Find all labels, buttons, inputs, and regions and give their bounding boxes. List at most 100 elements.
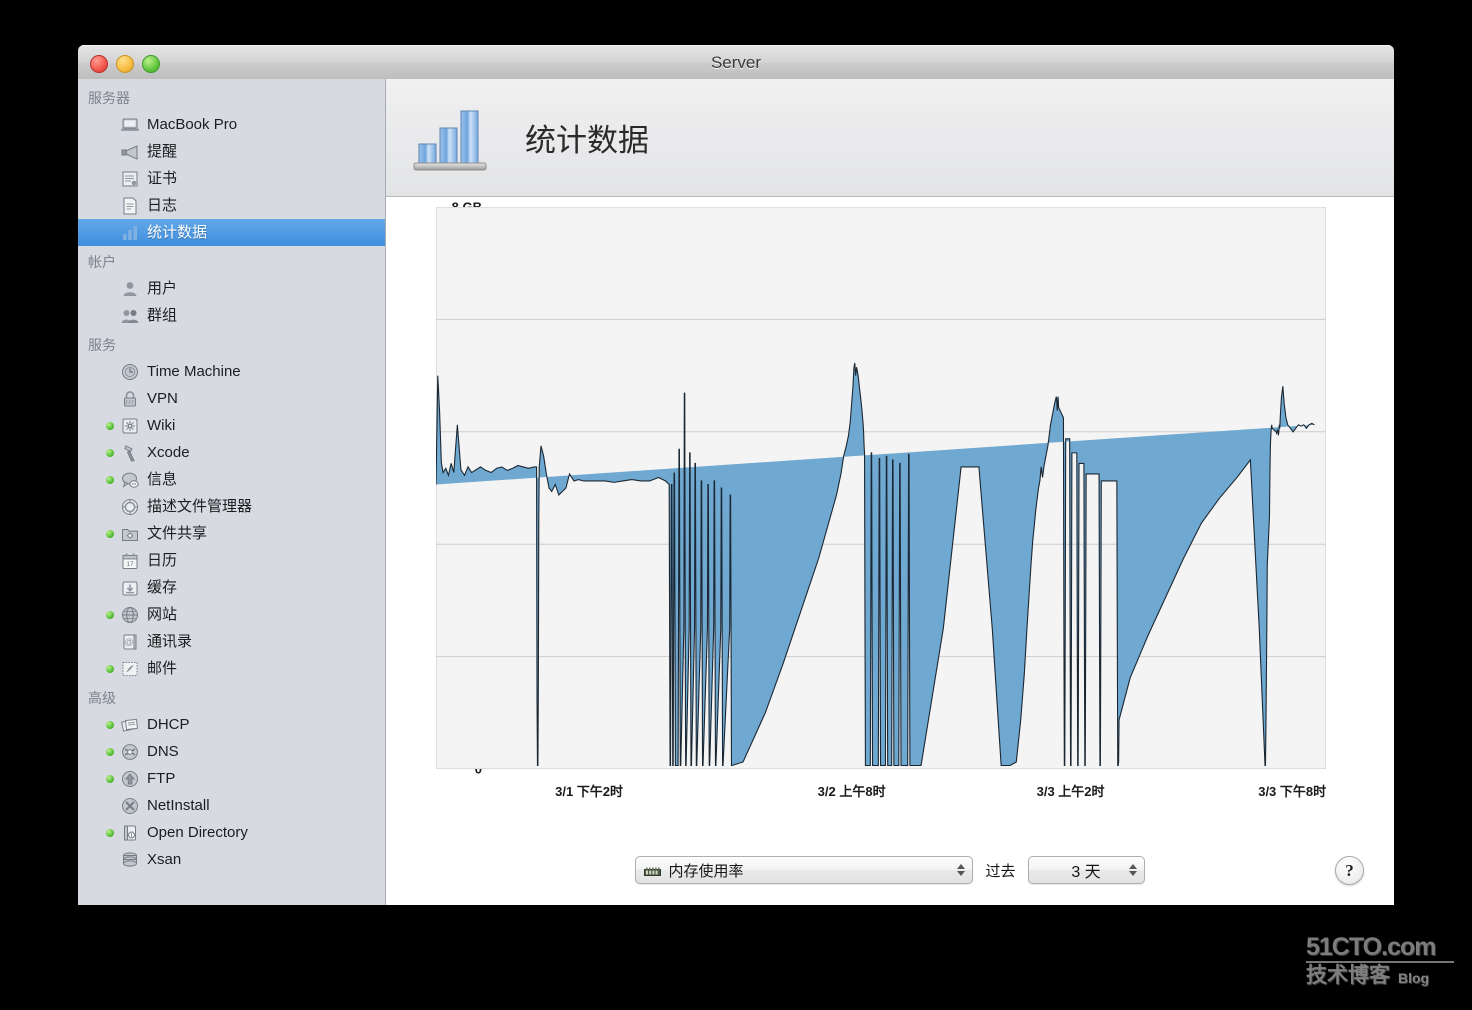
calendar-icon: 17 <box>120 551 140 571</box>
sidebar-item-item-8[interactable]: 缓存 <box>78 574 385 601</box>
past-label: 过去 <box>985 862 1016 880</box>
status-indicator-dot <box>106 449 114 457</box>
desktop-background: Server 服务器 MacBook Pro 提醒 证书 日志 统计数据 帐户 … <box>0 0 1472 1010</box>
sidebar-item-item-4[interactable]: 统计数据 <box>78 219 385 246</box>
x-axis-tick-label: 3/1 下午2时 <box>555 784 624 799</box>
sidebar-item-dns[interactable]: DNS <box>78 738 385 765</box>
sidebar-item-label: DHCP <box>147 715 190 733</box>
sidebar-item-label: FTP <box>147 769 176 787</box>
sidebar-item-item-7[interactable]: 17 日历 <box>78 547 385 574</box>
sidebar-item-label: 通讯录 <box>147 632 193 650</box>
sidebar-item-label: Xcode <box>147 443 190 461</box>
groups-icon <box>120 306 140 326</box>
file-sharing-folder-icon <box>120 524 140 544</box>
sidebar-item-netinstall[interactable]: NetInstall <box>78 792 385 819</box>
help-button[interactable]: ? <box>1335 856 1364 885</box>
x-axis-tick-label: 3/3 下午8时 <box>1258 784 1327 799</box>
server-app-window: Server 服务器 MacBook Pro 提醒 证书 日志 统计数据 帐户 … <box>78 45 1394 905</box>
sidebar-item-item-2[interactable]: 证书 <box>78 165 385 192</box>
status-indicator-dot <box>106 611 114 619</box>
sidebar-item-time-machine[interactable]: Time Machine <box>78 358 385 385</box>
wiki-icon <box>120 416 140 436</box>
lock-icon <box>120 389 140 409</box>
certificate-icon <box>120 169 140 189</box>
sidebar-item-item-1[interactable]: 提醒 <box>78 138 385 165</box>
time-range-select[interactable]: 3 天 <box>1027 856 1145 884</box>
sidebar-item-item-11[interactable]: 邮件 <box>78 655 385 682</box>
sidebar-item-label: Xsan <box>147 850 182 868</box>
sidebar[interactable]: 服务器 MacBook Pro 提醒 证书 日志 统计数据 帐户 用户 群组 服… <box>78 79 386 905</box>
status-indicator-dot <box>106 748 114 756</box>
netinstall-icon <box>120 796 140 816</box>
sidebar-item-label: Wiki <box>147 416 176 434</box>
svg-text:17: 17 <box>126 561 134 568</box>
metric-select[interactable]: 内存使用率 <box>635 856 974 884</box>
sidebar-item-item-10[interactable]: @ 通讯录 <box>78 628 385 655</box>
svg-text:@: @ <box>124 637 133 647</box>
sidebar-item-item-0[interactable]: 用户 <box>78 275 385 302</box>
sidebar-item-item-4[interactable]: 信息 <box>78 466 385 493</box>
metric-select-arrows-icon[interactable] <box>957 864 966 876</box>
watermark-line-1: 51CTO.com <box>1306 933 1436 961</box>
status-indicator-dot <box>106 422 114 430</box>
sidebar-section-header: 服务 <box>88 337 116 353</box>
page-title: 统计数据 <box>525 123 649 158</box>
logs-document-icon <box>120 196 140 216</box>
sidebar-item-dhcp[interactable]: DHCP <box>78 711 385 738</box>
sidebar-item-item-5[interactable]: 描述文件管理器 <box>78 493 385 520</box>
status-indicator-dot <box>106 476 114 484</box>
websites-globe-icon <box>120 605 140 625</box>
xsan-icon <box>120 850 140 870</box>
sidebar-item-label: NetInstall <box>147 796 210 814</box>
sidebar-item-label: VPN <box>147 389 178 407</box>
sidebar-section-header: 高级 <box>88 690 116 706</box>
sidebar-item-label: DNS <box>147 742 179 760</box>
sidebar-item-wiki[interactable]: Wiki <box>78 412 385 439</box>
sidebar-item-macbook-pro[interactable]: MacBook Pro <box>78 111 385 138</box>
window-titlebar[interactable]: Server <box>78 45 1394 81</box>
content-pane: 统计数据 01.6 GB3.2 GB4.8 GB6.4 GB8 GB3/1 下午… <box>386 79 1394 905</box>
metric-select-value: 内存使用率 <box>668 862 744 880</box>
time-range-value: 3 天 <box>1071 864 1101 881</box>
sidebar-item-label: 用户 <box>147 279 178 297</box>
status-indicator-dot <box>106 530 114 538</box>
memory-usage-chart[interactable]: 01.6 GB3.2 GB4.8 GB6.4 GB8 GB3/1 下午2时3/2… <box>436 197 1394 819</box>
sidebar-item-ftp[interactable]: FTP <box>78 765 385 792</box>
sidebar-item-xsan[interactable]: Xsan <box>78 846 385 873</box>
dns-icon <box>120 742 140 762</box>
user-icon <box>120 279 140 299</box>
sidebar-item-item-3[interactable]: 日志 <box>78 192 385 219</box>
sidebar-item-label: 缓存 <box>147 578 178 596</box>
time-range-arrows-icon[interactable] <box>1128 864 1137 876</box>
laptop-icon <box>120 115 140 135</box>
sidebar-item-open-directory[interactable]: Open Directory <box>78 819 385 846</box>
content-header: 统计数据 <box>386 79 1394 197</box>
sidebar-item-label: 日历 <box>147 551 178 569</box>
messages-bubble-icon <box>120 470 140 490</box>
contacts-book-icon: @ <box>120 632 140 652</box>
sidebar-item-label: Open Directory <box>147 823 248 841</box>
chart-controls: 内存使用率 过去 3 天 <box>386 835 1394 905</box>
open-directory-icon <box>120 823 140 843</box>
watermark-line-3: Blog <box>1398 970 1430 986</box>
window-title: Server <box>710 53 762 72</box>
stats-bars-icon <box>413 102 491 174</box>
stats-bars-icon <box>120 223 140 243</box>
sidebar-item-item-6[interactable]: 文件共享 <box>78 520 385 547</box>
status-indicator-dot <box>106 721 114 729</box>
window-body: 服务器 MacBook Pro 提醒 证书 日志 统计数据 帐户 用户 群组 服… <box>78 79 1394 905</box>
sidebar-item-item-1[interactable]: 群组 <box>78 302 385 329</box>
sidebar-section-header: 帐户 <box>88 254 116 270</box>
statistics-chart-area: 01.6 GB3.2 GB4.8 GB6.4 GB8 GB3/1 下午2时3/2… <box>386 197 1394 905</box>
sidebar-item-item-9[interactable]: 网站 <box>78 601 385 628</box>
hammer-icon <box>120 443 140 463</box>
sidebar-item-label: 描述文件管理器 <box>147 497 253 515</box>
sidebar-item-vpn[interactable]: VPN <box>78 385 385 412</box>
ftp-upload-icon <box>120 769 140 789</box>
watermark: 51CTO.com 技术博客 Blog <box>1306 934 1456 992</box>
time-machine-icon <box>120 362 140 382</box>
sidebar-item-xcode[interactable]: Xcode <box>78 439 385 466</box>
sidebar-item-label: 群组 <box>147 306 178 324</box>
status-indicator-dot <box>106 665 114 673</box>
sidebar-item-label: 信息 <box>147 470 178 488</box>
